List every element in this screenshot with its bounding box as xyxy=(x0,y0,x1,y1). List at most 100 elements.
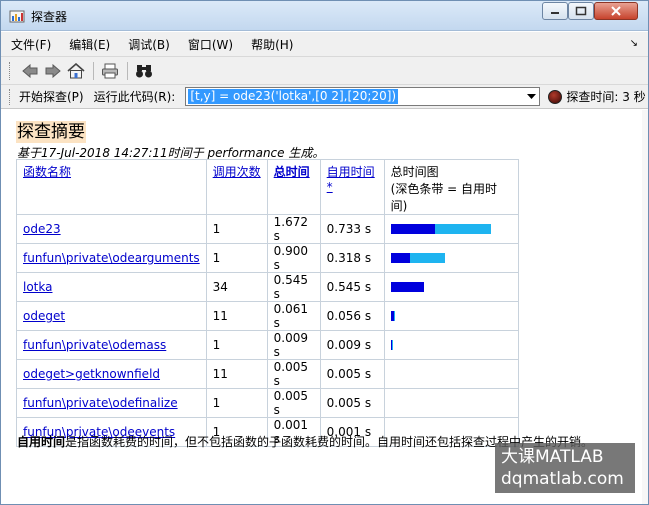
column-header-calls[interactable]: 调用次数 xyxy=(205,159,268,215)
time-bar xyxy=(390,224,511,234)
watermark-line1: 大课MATLAB xyxy=(501,447,604,467)
function-link[interactable]: funfun\private\odefinalize xyxy=(23,396,178,410)
profile-time-label: 探查时间: 3 秒 xyxy=(566,90,646,104)
function-link[interactable]: funfun\private\odemass xyxy=(23,338,166,352)
back-button[interactable] xyxy=(19,60,41,82)
function-link[interactable]: odeget>getknownfield xyxy=(23,367,160,381)
menu-help[interactable]: 帮助(H) xyxy=(251,36,293,53)
self-time-cell-value: 0.733 s xyxy=(326,222,372,236)
calls-cell: 34 xyxy=(205,272,268,302)
close-button[interactable] xyxy=(594,2,638,20)
time-bar xyxy=(390,253,511,263)
sort-by-self-time-link[interactable]: 自用时间* xyxy=(327,165,375,194)
calls-cell: 1 xyxy=(205,330,268,360)
toolbar-separator xyxy=(93,61,94,80)
total-time-cell-value: 0.061 s xyxy=(273,302,309,330)
minimize-button[interactable] xyxy=(542,2,568,20)
self-time-cell: 0.009 s xyxy=(319,330,385,360)
self-time-cell: 0.545 s xyxy=(319,272,385,302)
function-link[interactable]: funfun\private\odearguments xyxy=(23,251,200,265)
total-time-cell-value: 0.005 s xyxy=(273,389,309,417)
calls-cell: 1 xyxy=(205,243,268,273)
chevron-down-icon xyxy=(526,93,536,99)
find-button[interactable] xyxy=(133,60,155,82)
maximize-button[interactable] xyxy=(568,2,594,20)
close-icon xyxy=(611,6,621,16)
run-code-input[interactable]: [t,y] = ode23('lotka',[0 2],[20;20]) xyxy=(188,89,399,104)
function-link[interactable]: ode23 xyxy=(23,222,61,236)
window-title: 探查器 xyxy=(31,10,68,24)
time-bar xyxy=(390,340,511,350)
forward-button[interactable] xyxy=(42,60,64,82)
profile-summary-table: 函数名称 调用次数 总时间 自用时间* 总时间图 (深色条带 = 自用时间) o… xyxy=(16,159,519,447)
function-name-cell: ode23 xyxy=(16,214,207,244)
run-code-combobox[interactable]: [t,y] = ode23('lotka',[0 2],[20;20]) xyxy=(185,87,541,106)
column-header-total-time[interactable]: 总时间 xyxy=(266,159,321,215)
profiler-app-icon xyxy=(9,10,25,23)
table-row: odeget 11 0.061 s 0.056 s xyxy=(16,301,519,331)
total-time-cell-value: 0.545 s xyxy=(273,273,309,301)
time-bar xyxy=(391,369,511,379)
function-name-cell: funfun\private\odemass xyxy=(16,330,207,360)
toolbar-grip[interactable] xyxy=(9,61,13,80)
self-time-cell-value: 0.545 s xyxy=(326,280,372,294)
menu-bar: 文件(F) 编辑(E) 调试(B) 窗口(W) 帮助(H) ↘ xyxy=(1,32,648,56)
self-time-cell-value: 0.005 s xyxy=(326,367,372,381)
dropdown-button[interactable] xyxy=(523,88,539,105)
sort-by-calls-link[interactable]: 调用次数 xyxy=(213,165,261,179)
column-header-time-plot: 总时间图 (深色条带 = 自用时间) xyxy=(383,159,519,215)
time-plot-cell xyxy=(383,214,519,244)
menu-file[interactable]: 文件(F) xyxy=(11,36,51,53)
calls-cell: 11 xyxy=(205,301,268,331)
column-header-self-time[interactable]: 自用时间* xyxy=(319,159,385,215)
table-row: funfun\private\odefinalize 1 0.005 s 0.005 … xyxy=(16,388,519,418)
runbar-grip[interactable] xyxy=(9,88,13,105)
column-header-function-name[interactable]: 函数名称 xyxy=(16,159,207,215)
sort-by-name-link[interactable]: 函数名称 xyxy=(23,165,71,179)
print-button[interactable] xyxy=(99,60,121,82)
calls-cell: 1 xyxy=(205,388,268,418)
self-time-cell-value: 0.009 s xyxy=(326,338,372,352)
self-time-bar xyxy=(390,282,424,292)
time-plot-cell xyxy=(383,243,519,273)
footnote-term: 自用时间 xyxy=(17,435,66,449)
time-plot-cell xyxy=(383,272,519,302)
page-title: 探查摘要 xyxy=(16,121,86,143)
start-profiling-button[interactable]: 开始探查(P) xyxy=(19,88,84,105)
watermark: 大课MATLAB dqmatlab.com xyxy=(495,443,635,493)
profiler-window: 探查器 文件(F) 编辑(E) 调试(B) 窗口(W) 帮助(H) ↘ 开始探查… xyxy=(0,0,649,505)
time-bar xyxy=(390,282,511,292)
function-name-cell: odeget>getknownfield xyxy=(16,359,207,389)
back-arrow-icon xyxy=(22,63,38,78)
menu-debug[interactable]: 调试(B) xyxy=(128,36,170,53)
home-button[interactable] xyxy=(65,60,87,82)
time-plot-cell xyxy=(383,359,519,389)
self-time-cell-value: 0.056 s xyxy=(326,309,372,323)
watermark-line2: dqmatlab.com xyxy=(501,469,624,489)
find-binoculars-icon xyxy=(136,64,152,77)
time-bar xyxy=(390,311,511,321)
calls-cell-value: 11 xyxy=(212,367,228,381)
vertical-scrollbar[interactable] xyxy=(642,110,648,504)
time-plot-header-line1: 总时间图 xyxy=(390,165,439,179)
total-time-cell: 0.545 s xyxy=(266,272,321,302)
home-icon xyxy=(67,62,85,78)
total-time-cell-value: 0.009 s xyxy=(273,331,309,359)
time-plot-cell xyxy=(383,388,519,418)
self-time-bar xyxy=(390,311,394,321)
function-link[interactable]: odeget xyxy=(23,309,65,323)
sort-by-total-time-link[interactable]: 总时间 xyxy=(274,165,310,179)
menu-edit[interactable]: 编辑(E) xyxy=(69,36,110,53)
calls-cell-value: 1 xyxy=(212,338,221,352)
dock-arrow-icon[interactable]: ↘ xyxy=(630,38,638,49)
calls-cell-value: 1 xyxy=(212,396,221,410)
function-link[interactable]: lotka xyxy=(23,280,52,294)
minimize-icon xyxy=(551,12,559,14)
toolbar xyxy=(1,56,648,84)
calls-cell-value: 1 xyxy=(212,222,221,236)
menu-window[interactable]: 窗口(W) xyxy=(188,36,233,53)
self-time-cell: 0.733 s xyxy=(319,214,385,244)
self-time-bar xyxy=(390,224,435,234)
forward-arrow-icon xyxy=(45,63,61,78)
print-icon xyxy=(102,63,118,78)
